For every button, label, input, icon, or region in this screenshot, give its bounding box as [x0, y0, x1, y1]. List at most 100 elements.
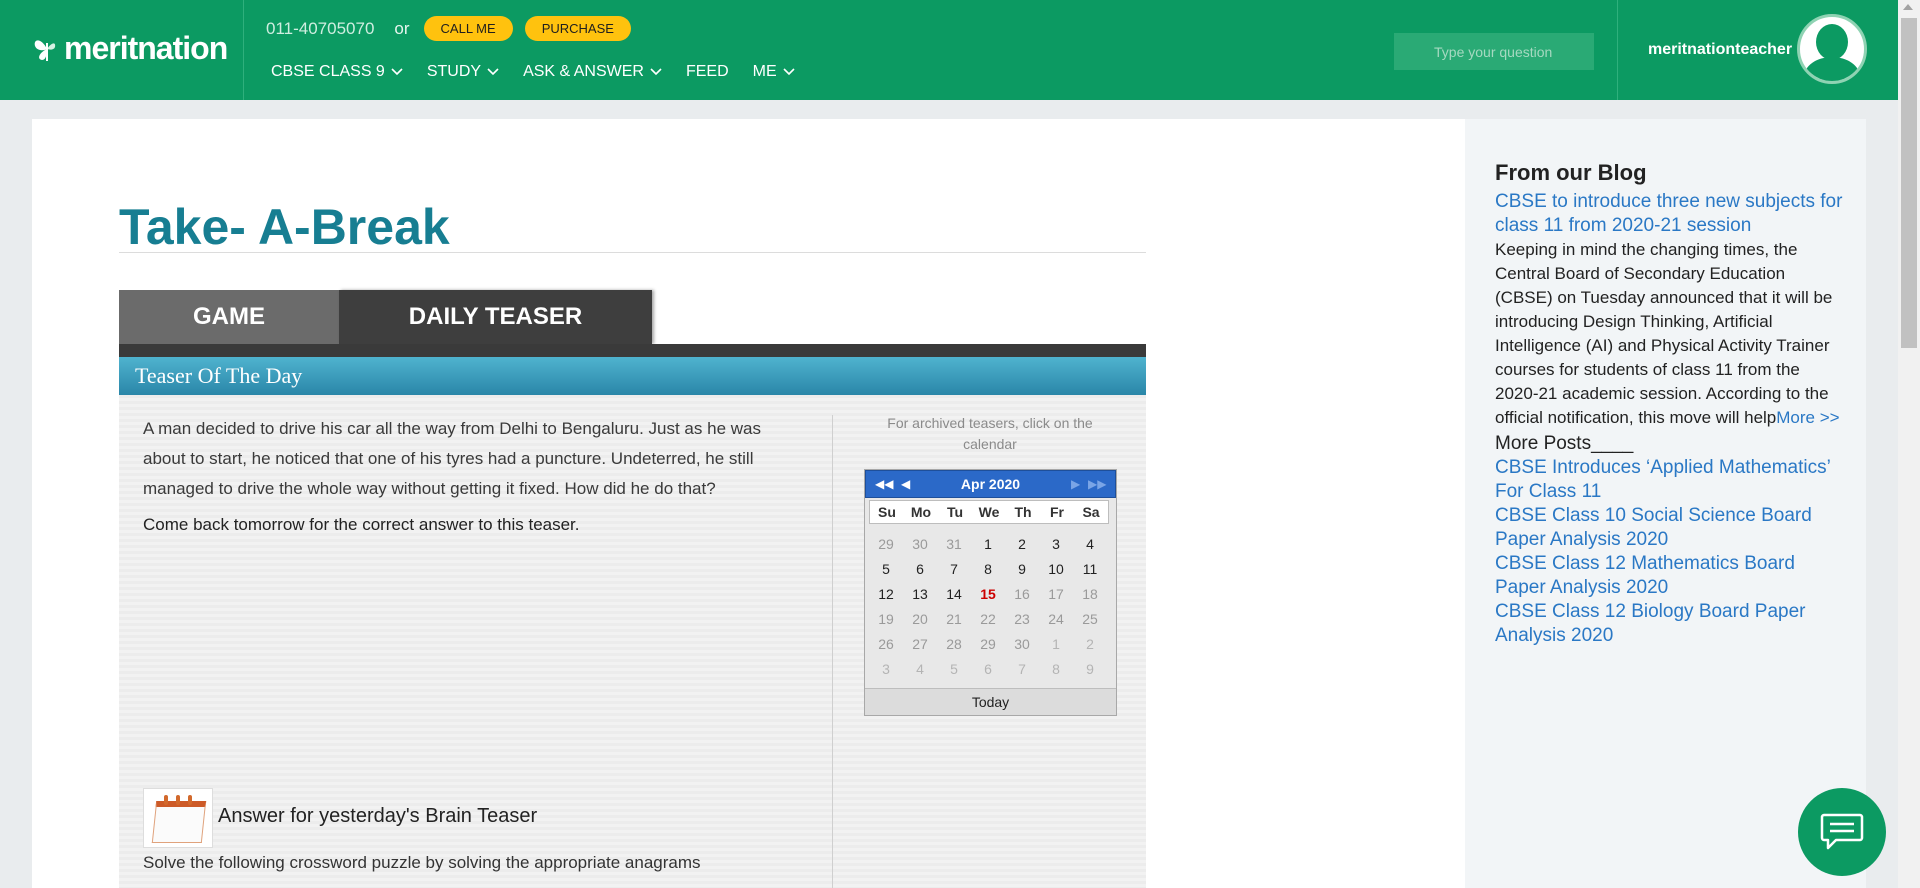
calendar-days: 29 30 31 1 2 3 4 5 6 7 8 9 10 11 12 13 14 15 16 17 18 19 20 21 2…: [869, 532, 1114, 682]
calendar-header: ◀◀ ◀ Apr 2020 ▶ ▶▶: [865, 470, 1116, 498]
calendar-ring: [188, 795, 192, 805]
nav-me[interactable]: ME: [753, 63, 795, 81]
scroll-up-arrow-icon[interactable]: [1903, 4, 1913, 10]
nav-label: CBSE CLASS 9: [271, 63, 385, 80]
avatar-body: [1804, 57, 1860, 81]
main-nav: CBSE CLASS 9 STUDY ASK & ANSWER FEED ME: [271, 63, 795, 81]
call-me-button[interactable]: CALL ME: [423, 16, 513, 41]
calendar-day[interactable]: 2: [1005, 532, 1039, 557]
calendar-day[interactable]: 2: [1073, 632, 1107, 657]
calendar-day[interactable]: 27: [903, 632, 937, 657]
next-year-icon[interactable]: ▶▶: [1088, 477, 1106, 491]
calendar-day[interactable]: 12: [869, 582, 903, 607]
header-divider: [243, 0, 244, 100]
calendar-day[interactable]: 9: [1073, 657, 1107, 682]
logo-text: meritnation: [64, 30, 228, 66]
calendar-day[interactable]: 16: [1005, 582, 1039, 607]
calendar-day[interactable]: 7: [937, 557, 971, 582]
next-month-icon[interactable]: ▶: [1071, 477, 1080, 491]
answer-title: Answer for yesterday's Brain Teaser: [218, 805, 538, 827]
chat-bubble-icon: [1820, 813, 1864, 850]
nav-label: ME: [752, 63, 777, 80]
more-link[interactable]: More >>: [1776, 408, 1839, 427]
calendar-day[interactable]: 25: [1073, 607, 1107, 632]
calendar-day[interactable]: 11: [1073, 557, 1107, 582]
calendar-day[interactable]: 23: [1005, 607, 1039, 632]
nav-cbse-class-9[interactable]: CBSE CLASS 9: [271, 63, 403, 81]
come-back-note: Come back tomorrow for the correct answe…: [143, 515, 580, 534]
blog-heading: From our Blog: [1495, 160, 1647, 185]
nav-ask-answer[interactable]: ASK & ANSWER: [523, 63, 662, 81]
chevron-down-icon: [487, 68, 499, 76]
username[interactable]: meritnationteacher: [1648, 41, 1792, 59]
nav-label: STUDY: [426, 63, 482, 80]
calendar-day[interactable]: 18: [1073, 582, 1107, 607]
calendar-day[interactable]: 8: [971, 557, 1005, 582]
blog-post-link[interactable]: CBSE Class 12 Mathematics Board Paper An…: [1495, 552, 1845, 600]
calendar-day[interactable]: 1: [971, 532, 1005, 557]
calendar-day[interactable]: 13: [903, 582, 937, 607]
title-divider: [119, 252, 1146, 253]
calendar-day[interactable]: 24: [1039, 607, 1073, 632]
calendar-day[interactable]: 30: [903, 532, 937, 557]
archive-note: For archived teasers, click on the calen…: [887, 415, 1093, 452]
answer-subtitle: Solve the following crossword puzzle by …: [143, 853, 701, 872]
calendar-ring: [176, 795, 180, 805]
blog-post-link[interactable]: CBSE Introduces ‘Applied Mathematics’ Fo…: [1495, 456, 1845, 504]
nav-feed[interactable]: FEED: [686, 63, 729, 81]
tab-daily-teaser[interactable]: DAILY TEASER: [339, 290, 652, 344]
more-posts-label: More Posts____: [1495, 433, 1634, 454]
calendar-day[interactable]: 31: [937, 532, 971, 557]
weekday-label: We: [978, 504, 1000, 520]
calendar-day[interactable]: 29: [869, 532, 903, 557]
calendar-day[interactable]: 1: [1039, 632, 1073, 657]
calendar-day[interactable]: 6: [971, 657, 1005, 682]
calendar-day[interactable]: 10: [1039, 557, 1073, 582]
weekday-label: Sa: [1082, 504, 1100, 520]
chat-button[interactable]: [1798, 788, 1886, 876]
calendar-day[interactable]: 21: [937, 607, 971, 632]
nav-study[interactable]: STUDY: [427, 63, 499, 81]
calendar-day[interactable]: 28: [937, 632, 971, 657]
calendar-day[interactable]: 8: [1039, 657, 1073, 682]
teaser-column-divider: [832, 415, 833, 888]
calendar-day[interactable]: 20: [903, 607, 937, 632]
calendar-day[interactable]: 29: [971, 632, 1005, 657]
weekday-label: Fr: [1050, 504, 1064, 520]
scrollbar-thumb[interactable]: [1901, 18, 1917, 348]
weekday-label: Tu: [946, 504, 964, 520]
user-avatar-icon[interactable]: [1797, 14, 1867, 84]
tab-underline-bar: [119, 344, 1146, 357]
calendar-day[interactable]: 26: [869, 632, 903, 657]
calendar-day[interactable]: 4: [1073, 532, 1107, 557]
or-text: or: [394, 18, 410, 38]
calendar-day[interactable]: 3: [1039, 532, 1073, 557]
phone-number: 011-40705070: [266, 18, 375, 38]
butterfly-logo-icon: [34, 39, 56, 61]
calendar-day[interactable]: 3: [869, 657, 903, 682]
calendar-day[interactable]: 30: [1005, 632, 1039, 657]
blog-post-link[interactable]: CBSE Class 12 Biology Board Paper Analys…: [1495, 600, 1845, 648]
calendar-day[interactable]: 6: [903, 557, 937, 582]
calendar-day[interactable]: 9: [1005, 557, 1039, 582]
calendar-today-button[interactable]: Today: [865, 688, 1116, 715]
calendar-day[interactable]: 19: [869, 607, 903, 632]
calendar-day[interactable]: 14: [937, 582, 971, 607]
calendar-day[interactable]: 5: [937, 657, 971, 682]
calendar-day[interactable]: 22: [971, 607, 1005, 632]
calendar-day[interactable]: 17: [1039, 582, 1073, 607]
nav-label: FEED: [685, 63, 729, 80]
purchase-button[interactable]: PURCHASE: [524, 16, 631, 41]
featured-post-link[interactable]: CBSE to introduce three new subjects for…: [1495, 190, 1845, 238]
calendar-day[interactable]: 7: [1005, 657, 1039, 682]
weekday-label: Mo: [910, 504, 932, 520]
page-title: Take- A-Break: [119, 199, 450, 255]
calendar-day[interactable]: 4: [903, 657, 937, 682]
calendar-day[interactable]: 15: [971, 582, 1005, 607]
tab-game[interactable]: GAME: [119, 290, 339, 344]
featured-post-excerpt: Keeping in mind the changing times, the …: [1495, 238, 1845, 430]
blog-post-link[interactable]: CBSE Class 10 Social Science Board Paper…: [1495, 504, 1845, 552]
search-input[interactable]: [1394, 33, 1594, 70]
logo[interactable]: meritnation: [32, 30, 228, 67]
calendar-day[interactable]: 5: [869, 557, 903, 582]
